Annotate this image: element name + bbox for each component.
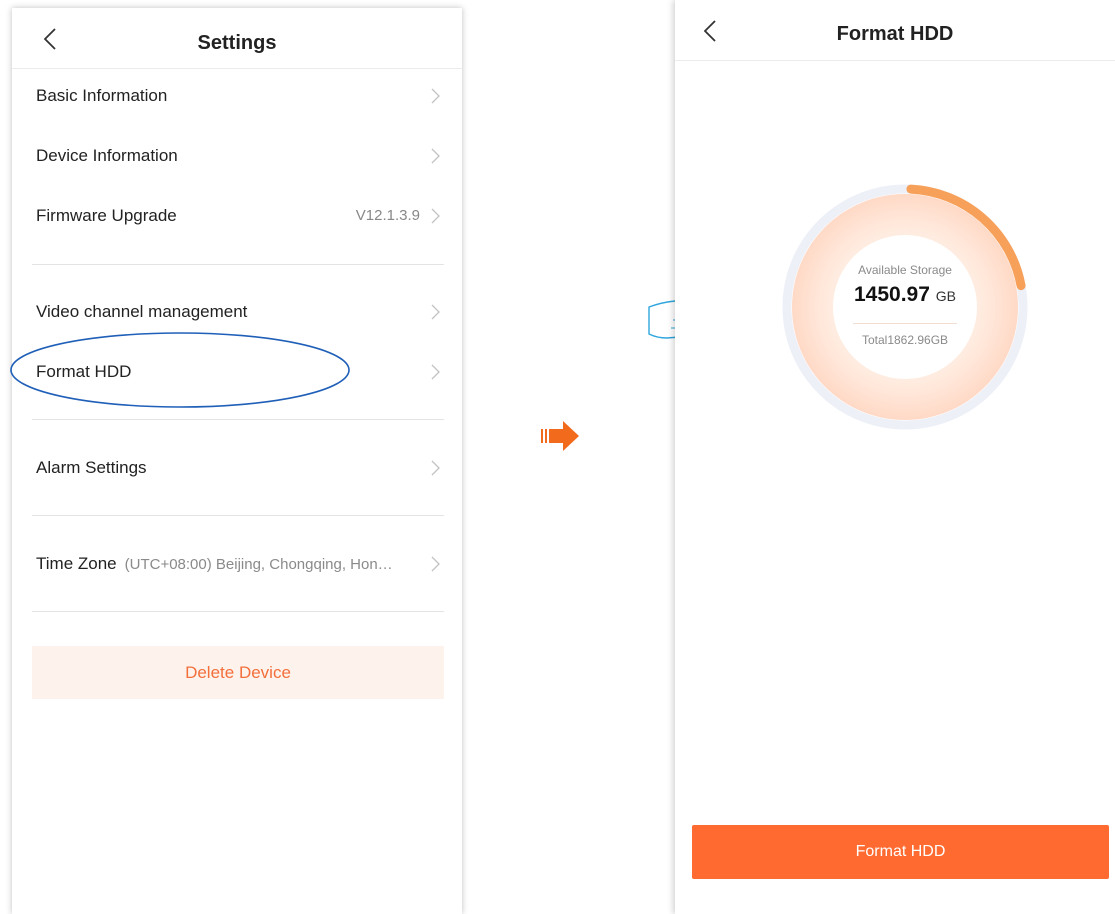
format-hdd-navbar: Format HDD: [675, 0, 1115, 61]
storage-amount: 1450.97: [854, 283, 930, 306]
page-title: Format HDD: [836, 23, 954, 45]
storage-ring-chart: [782, 184, 1028, 430]
page-title: Settings: [197, 32, 277, 54]
settings-item-label: Basic Information: [36, 86, 168, 105]
chevron-right-icon: [431, 208, 440, 224]
section-divider: [32, 611, 444, 612]
chevron-right-icon: [431, 88, 440, 104]
settings-item-label: Video channel management: [36, 302, 248, 321]
delete-device-button[interactable]: Delete Device: [32, 646, 444, 699]
time-zone-label: Time Zone: [36, 554, 117, 573]
settings-item-label: Format HDD: [36, 362, 132, 381]
chevron-right-icon: [431, 556, 440, 572]
available-storage-value: 1450.97 GB: [775, 283, 1035, 307]
settings-item-device-information[interactable]: Device Information: [12, 126, 462, 186]
arrow-right-icon: [541, 421, 579, 451]
total-storage-label: Total1862.96GB: [861, 333, 949, 347]
settings-screen: Settings Basic Information Device Inform…: [10, 8, 462, 914]
gauge-center: [833, 235, 977, 379]
section-divider: [32, 419, 444, 420]
settings-item-format-hdd[interactable]: Format HDD: [12, 342, 462, 402]
gauge-separator: [853, 323, 957, 324]
settings-item-firmware-upgrade[interactable]: Firmware Upgrade V12.1.3.9: [12, 186, 462, 246]
time-zone-value: (UTC+08:00) Beijing, Chongqing, Hon…: [124, 556, 393, 573]
settings-navbar: Settings: [12, 8, 462, 69]
chevron-right-icon: [431, 148, 440, 164]
firmware-version: V12.1.3.9: [355, 207, 420, 224]
chevron-right-icon: [431, 460, 440, 476]
chevron-right-icon: [431, 364, 440, 380]
settings-item-time-zone[interactable]: Time Zone (UTC+08:00) Beijing, Chongqing,…: [12, 534, 462, 594]
settings-item-video-channel-management[interactable]: Video channel management: [12, 282, 462, 342]
format-hdd-button[interactable]: Format HDD: [692, 825, 1109, 879]
settings-item-basic-information[interactable]: Basic Information: [12, 66, 462, 126]
settings-item-label: Alarm Settings: [36, 458, 147, 477]
format-hdd-screen: Format HDD: [675, 0, 1115, 914]
available-storage-label: Available Storage: [858, 263, 952, 277]
settings-item-label: Device Information: [36, 146, 178, 165]
section-divider: [32, 264, 444, 265]
chevron-right-icon: [431, 304, 440, 320]
storage-gauge: Available Storage 1450.97 GB Total1862.9…: [775, 177, 1035, 437]
settings-item-label: Firmware Upgrade: [36, 206, 177, 225]
section-divider: [32, 515, 444, 516]
settings-item-alarm-settings[interactable]: Alarm Settings: [12, 438, 462, 498]
settings-item-label: Time Zone (UTC+08:00) Beijing, Chongqing,…: [36, 554, 393, 574]
storage-unit: GB: [935, 288, 956, 304]
